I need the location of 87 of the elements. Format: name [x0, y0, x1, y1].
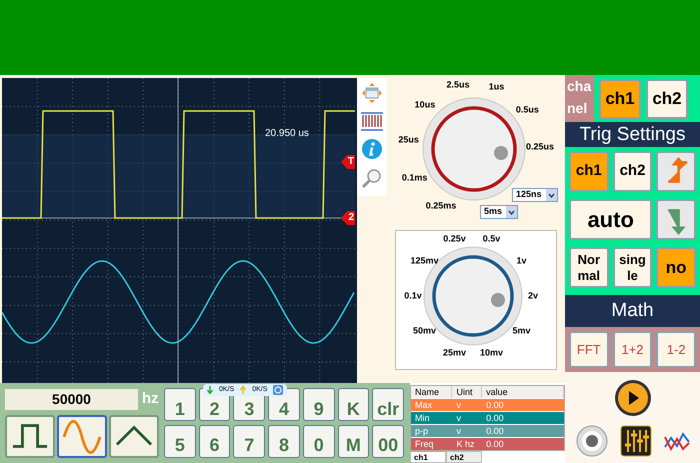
dial-label: 0.5us [516, 103, 539, 116]
section-title: Math [565, 295, 700, 327]
timebase-dropdown[interactable]: 5ms [480, 205, 518, 219]
mixer-button[interactable] [620, 425, 652, 457]
math-button[interactable]: 1+2 [612, 331, 652, 368]
dial-label: 5mv [512, 324, 531, 338]
play-button[interactable] [614, 379, 652, 417]
falling-edge-button[interactable] [656, 199, 696, 240]
sine-wave-button[interactable] [57, 414, 107, 458]
keypad-key[interactable]: 1 [164, 388, 196, 421]
dial-label: 0.25v [443, 232, 466, 246]
channel-tab[interactable]: ch2 [446, 451, 482, 463]
search-icon[interactable] [361, 167, 383, 189]
info-icon[interactable] [361, 138, 383, 160]
table-row[interactable]: Freq K hz 0.00 [411, 438, 564, 450]
keypad-key[interactable]: K [338, 388, 370, 421]
dial-label: 0.1ms [402, 171, 428, 184]
dial-label: 1us [488, 80, 504, 94]
keypad-key[interactable]: 0 [302, 424, 335, 458]
dial-label: 50mv [412, 324, 436, 338]
marker-flag[interactable]: T [341, 155, 355, 169]
trigger-option-button[interactable]: no [656, 247, 696, 288]
keypad-key[interactable]: 7 [233, 424, 266, 458]
dial-label: 2v [528, 289, 538, 302]
dial-label: 0.25us [526, 140, 554, 153]
math-button[interactable]: FFT [569, 331, 609, 368]
dial-label: 25mv [442, 346, 466, 360]
keypad-key[interactable]: 9 [302, 388, 335, 421]
bars-icon[interactable] [360, 111, 384, 131]
keypad-key[interactable]: clr [372, 388, 404, 421]
dial-label: 10us [414, 98, 436, 112]
trigger-option-button[interactable]: sing le [612, 247, 652, 288]
dial-label: 2.5us [446, 78, 470, 92]
channel-label: nel [566, 99, 588, 118]
timebase-dropdown[interactable]: 125ns [512, 188, 558, 202]
dial-label: 0.25ms [426, 199, 456, 212]
caret-icon [506, 206, 518, 218]
dial-label: 0.5v [482, 232, 500, 246]
down-arrow-icon [207, 386, 213, 394]
up-arrow-icon [240, 386, 246, 394]
table-cell-text: 0.00 [485, 425, 505, 437]
table-cell-text: Min [414, 412, 431, 424]
table-cell-text: v [455, 399, 462, 411]
column-header[interactable]: Name [411, 386, 452, 398]
browser-icon [273, 385, 284, 395]
table-row[interactable]: Max v 0.00 [411, 399, 564, 411]
table-cell-text: p-p [414, 425, 430, 437]
unit-label: hz [142, 389, 159, 409]
channel-label: cha [566, 77, 592, 96]
trigger-option-button[interactable]: Nor mal [569, 247, 609, 288]
math-button[interactable]: 1-2 [656, 331, 696, 368]
keypad-key[interactable]: 5 [164, 424, 196, 458]
time-measurement: 20.950 us [265, 127, 309, 141]
table-cell-text: Max [414, 399, 434, 411]
marker-flag[interactable]: 2 [341, 211, 355, 225]
keypad-key[interactable]: 8 [268, 424, 300, 458]
section-title: Trig Settings [565, 122, 700, 147]
frequency-field[interactable]: 50000 [5, 388, 138, 410]
keypad-key[interactable]: 00 [372, 424, 404, 458]
record-button[interactable] [576, 425, 608, 457]
column-header[interactable]: value [482, 386, 564, 398]
table-cell-text: 0.00 [485, 399, 505, 411]
trigger-source-button[interactable]: ch2 [612, 151, 652, 192]
dial-label: 125mv [410, 254, 438, 267]
channel-tab[interactable]: ch1 [410, 451, 446, 463]
trigger-source-button[interactable]: ch1 [569, 151, 609, 192]
dial-label: 1v [516, 254, 527, 267]
keypad-key[interactable]: 6 [198, 424, 230, 458]
table-cell-text: 0.00 [485, 412, 505, 424]
table-row[interactable]: Min v 0.00 [411, 412, 564, 424]
caret-icon [546, 189, 557, 201]
table-row[interactable]: p-p v 0.00 [411, 425, 564, 437]
table-cell-text: Freq [414, 438, 435, 450]
table-cell-text: K hz [455, 438, 476, 450]
dial-label: 0.1v [404, 289, 422, 302]
trigger-mode-button[interactable]: auto [569, 199, 652, 240]
table-cell-text: v [455, 412, 462, 424]
square-wave-button[interactable] [5, 414, 55, 458]
table-cell-text: v [455, 425, 462, 437]
dial-label: 25us [398, 133, 419, 146]
table-cell-text: 0.00 [485, 438, 505, 450]
column-header[interactable]: Uint [452, 386, 482, 398]
channel-button[interactable]: ch1 [599, 78, 641, 118]
channel-button[interactable]: ch2 [646, 78, 688, 118]
dial-label: 10mv [480, 346, 504, 360]
triangle-wave-button[interactable] [109, 414, 159, 458]
keypad-key[interactable]: M [338, 424, 370, 458]
